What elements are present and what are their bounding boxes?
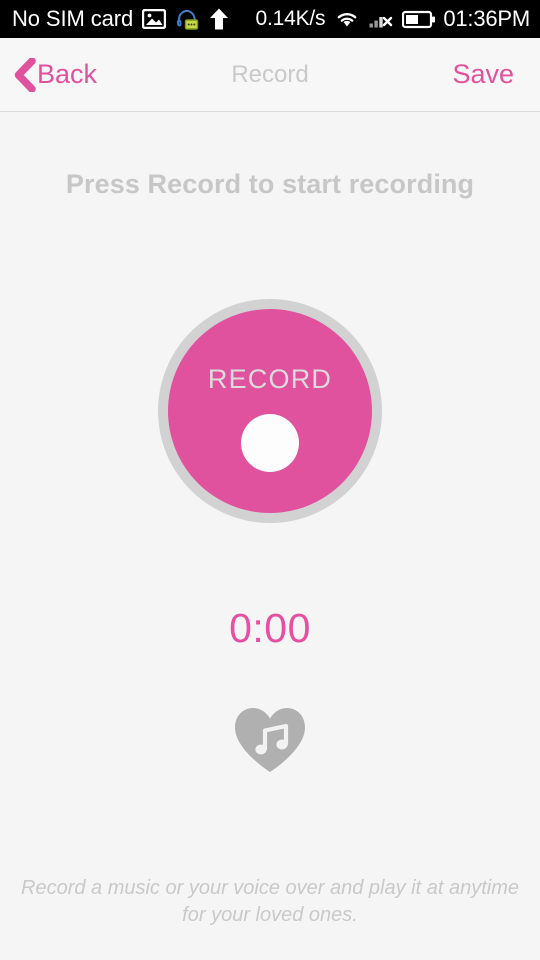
record-button-wrapper: RECORD bbox=[158, 299, 382, 523]
back-button-label: Back bbox=[37, 59, 98, 89]
navigation-bar: Back Record Save bbox=[0, 38, 540, 112]
carrier-label: No SIM card bbox=[12, 6, 134, 31]
status-bar: No SIM card 0.14K/s 01:36PM bbox=[0, 0, 540, 38]
gallery-icon bbox=[142, 9, 167, 29]
record-button-label: RECORD bbox=[207, 364, 333, 394]
footer-description: Record a music or your voice over and pl… bbox=[21, 877, 519, 926]
wifi-icon bbox=[334, 9, 360, 29]
heart-music-icon[interactable] bbox=[232, 705, 308, 775]
clock-label: 01:36PM bbox=[443, 6, 530, 31]
back-button[interactable]: Back bbox=[0, 56, 98, 93]
message-headset-icon bbox=[175, 7, 200, 32]
status-bar-left: No SIM card bbox=[12, 6, 229, 32]
instruction-headline: Press Record to start recording bbox=[65, 169, 475, 199]
network-speed-label: 0.14K/s bbox=[255, 7, 326, 30]
upload-arrow-icon bbox=[209, 7, 229, 31]
signal-no-service-icon bbox=[369, 9, 393, 29]
main-content: Press Record to start recording RECORD 0… bbox=[0, 112, 540, 960]
record-button[interactable]: RECORD bbox=[168, 309, 372, 513]
record-button-dot bbox=[241, 414, 299, 472]
chevron-left-icon bbox=[12, 56, 36, 93]
save-button[interactable]: Save bbox=[452, 59, 540, 90]
app-screen: No SIM card 0.14K/s 01:36PM Back Record … bbox=[0, 0, 540, 960]
battery-icon bbox=[402, 10, 436, 29]
recording-timer: 0:00 bbox=[229, 605, 311, 651]
status-bar-right: 0.14K/s 01:36PM bbox=[255, 6, 531, 32]
